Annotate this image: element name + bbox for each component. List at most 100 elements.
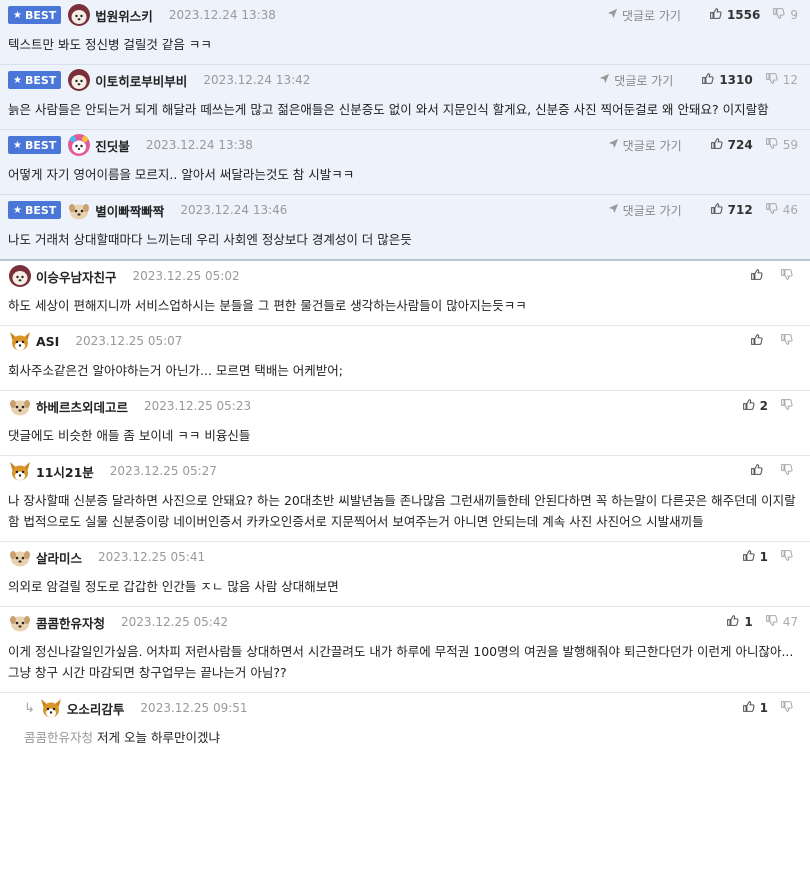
fox-avatar-icon[interactable]	[8, 329, 32, 353]
thumbs-down-icon	[765, 72, 783, 88]
fox-hat-avatar-icon[interactable]	[8, 264, 32, 288]
fox-colorful-avatar-icon[interactable]	[67, 133, 91, 157]
downvote-button[interactable]: 47	[765, 614, 798, 630]
comment-text: 나 장사할때 신분증 달라하면 사진으로 안돼요? 하는 20대초반 씨발년놈들…	[8, 493, 796, 529]
nickname[interactable]: 콤콤한유자청	[36, 613, 105, 632]
nickname[interactable]: 별이빠짝빠짝	[95, 201, 164, 220]
downvote-button[interactable]	[780, 268, 798, 284]
downvote-button[interactable]	[780, 333, 798, 349]
upvote-button[interactable]: 1310	[701, 72, 753, 88]
nickname[interactable]: 이승우남자친구	[36, 267, 117, 286]
comment-header: 이승우남자친구 2023.12.25 05:02	[8, 261, 802, 291]
dog-avatar-icon[interactable]	[8, 610, 32, 634]
comment-text-block: 콤콤한유자청 저게 오늘 하루만이겠냐	[24, 723, 802, 757]
nickname[interactable]: 진딧불	[95, 136, 130, 155]
nickname[interactable]: 11시21분	[36, 462, 94, 481]
comment: 하베르츠외데고르 2023.12.25 05:23 2 댓글에도 비슷한 애들 좀 보…	[0, 391, 810, 456]
nickname[interactable]: 살라미스	[36, 548, 82, 567]
reply-label: 댓글로 가기	[621, 8, 681, 23]
comment: ↳ 오소리감투 2023.12.25 09:51 1 콤콤한유자청 저게 오늘 하루만이겠…	[0, 693, 810, 757]
comment-header: ASI 2023.12.25 05:07	[8, 326, 802, 356]
comment: ASI 2023.12.25 05:07 회사주소같은건 알아야하는거 아닌가...…	[0, 326, 810, 391]
comment-actions	[738, 456, 798, 486]
comment-header: ★ BEST 이토히로부비부비 2023.12.24 13:42 댓글로 가기 1310 1…	[8, 65, 802, 95]
fox-avatar-icon[interactable]	[39, 696, 63, 720]
upvote-button[interactable]: 2	[742, 398, 768, 414]
upvote-button[interactable]: 712	[710, 202, 753, 218]
thumbs-up-icon	[710, 137, 728, 153]
comment-text-block: 어떻게 자기 영어이름을 모르지.. 알아서 써달라는것도 참 시발ㅋㅋ	[8, 160, 802, 194]
comment-actions: 1 47	[714, 607, 798, 637]
upvote-button[interactable]	[750, 333, 768, 349]
downvote-button[interactable]	[780, 549, 798, 565]
upvote-button[interactable]: 1	[726, 614, 753, 630]
downvote-count: 46	[782, 203, 798, 217]
downvote-button[interactable]: 9	[772, 7, 798, 23]
comment-text-block: 나도 거래처 상대할때마다 느끼는데 우리 사회엔 정상보다 경계성이 더 많은…	[8, 225, 802, 259]
go-to-reply-link[interactable]: 댓글로 가기	[599, 72, 673, 89]
thumbs-down-icon	[765, 202, 783, 218]
downvote-button[interactable]: 12	[765, 72, 798, 88]
downvote-button[interactable]: 46	[765, 202, 798, 218]
comment-actions	[738, 261, 798, 291]
upvote-button[interactable]: 1	[742, 549, 768, 565]
upvote-button[interactable]: 724	[710, 137, 753, 153]
thumbs-up-icon	[710, 202, 728, 218]
thumbs-up-icon	[742, 549, 760, 565]
reply-label: 댓글로 가기	[614, 73, 674, 88]
comment-text: 텍스트만 봐도 정신병 걸릴것 같음 ㅋㅋ	[8, 37, 212, 52]
best-label: BEST	[24, 203, 57, 217]
downvote-button[interactable]: 59	[765, 137, 798, 153]
fox-hat-avatar-icon[interactable]	[67, 68, 91, 92]
thumbs-up-icon	[750, 333, 768, 349]
comment-header: 살라미스 2023.12.25 05:41 1	[8, 542, 802, 572]
comment-text: 저게 오늘 하루만이겠냐	[97, 730, 220, 745]
comment-text: 하도 세상이 편해지니까 서비스업하시는 분들을 그 편한 물건들로 생각하는사…	[8, 298, 527, 313]
fox-avatar-icon[interactable]	[8, 459, 32, 483]
thumbs-down-icon	[780, 398, 798, 414]
upvote-button[interactable]	[750, 268, 768, 284]
nickname[interactable]: 하베르츠외데고르	[36, 397, 128, 416]
thumbs-down-icon	[780, 463, 798, 479]
dog-avatar-icon[interactable]	[8, 394, 32, 418]
best-comment: ★ BEST 진딧불 2023.12.24 13:38 댓글로 가기 724 59 어떻게 자…	[0, 130, 810, 195]
comment: 11시21분 2023.12.25 05:27 나 장사할때 신분증 달라하면 사진…	[0, 456, 810, 542]
go-to-reply-link[interactable]: 댓글로 가기	[608, 137, 682, 154]
downvote-button[interactable]	[780, 700, 798, 716]
send-arrow-icon	[607, 8, 622, 22]
thumbs-down-icon	[780, 268, 798, 284]
reply-arrow-icon: ↳	[24, 700, 35, 716]
thumbs-down-icon	[772, 7, 790, 23]
downvote-button[interactable]	[780, 463, 798, 479]
nickname[interactable]: ASI	[36, 334, 59, 349]
fox-hat-avatar-icon[interactable]	[67, 3, 91, 27]
nickname[interactable]: 오소리감투	[67, 699, 125, 718]
reply-label: 댓글로 가기	[622, 138, 682, 153]
downvote-button[interactable]	[780, 398, 798, 414]
upvote-button[interactable]: 1	[742, 700, 768, 716]
go-to-reply-link[interactable]: 댓글로 가기	[608, 202, 682, 219]
best-comment: ★ BEST 별이빠짝빠짝 2023.12.24 13:46 댓글로 가기 712 46 나도…	[0, 195, 810, 261]
upvote-button[interactable]: 1556	[709, 7, 760, 23]
best-badge: ★ BEST	[8, 136, 62, 154]
comment-date: 2023.12.24 13:46	[180, 203, 288, 217]
star-icon: ★	[13, 74, 22, 86]
mention-nickname[interactable]: 콤콤한유자청	[24, 730, 93, 745]
comment-text: 어떻게 자기 영어이름을 모르지.. 알아서 써달라는것도 참 시발ㅋㅋ	[8, 167, 355, 182]
comment-actions: 1	[730, 693, 798, 723]
comment-text: 나도 거래처 상대할때마다 느끼는데 우리 사회엔 정상보다 경계성이 더 많은…	[8, 232, 412, 247]
comment-date: 2023.12.24 13:38	[145, 138, 253, 152]
thumbs-up-icon	[750, 268, 768, 284]
nickname[interactable]: 이토히로부비부비	[95, 71, 187, 90]
comment-date: 2023.12.25 05:41	[98, 550, 206, 564]
upvote-button[interactable]	[750, 463, 768, 479]
go-to-reply-link[interactable]: 댓글로 가기	[607, 7, 681, 24]
thumbs-up-icon	[726, 614, 744, 630]
comment-actions: 댓글로 가기 1556 9	[607, 0, 798, 30]
comment-text: 회사주소같은건 알아야하는거 아닌가... 모르면 택배는 어케받어;	[8, 363, 343, 378]
dog-avatar-icon[interactable]	[67, 198, 91, 222]
thumbs-down-icon	[780, 700, 798, 716]
comment: 살라미스 2023.12.25 05:41 1 의외로 암걸릴 정도로 갑갑한 인간들…	[0, 542, 810, 607]
dog-avatar-icon[interactable]	[8, 545, 32, 569]
nickname[interactable]: 법원위스키	[95, 6, 153, 25]
